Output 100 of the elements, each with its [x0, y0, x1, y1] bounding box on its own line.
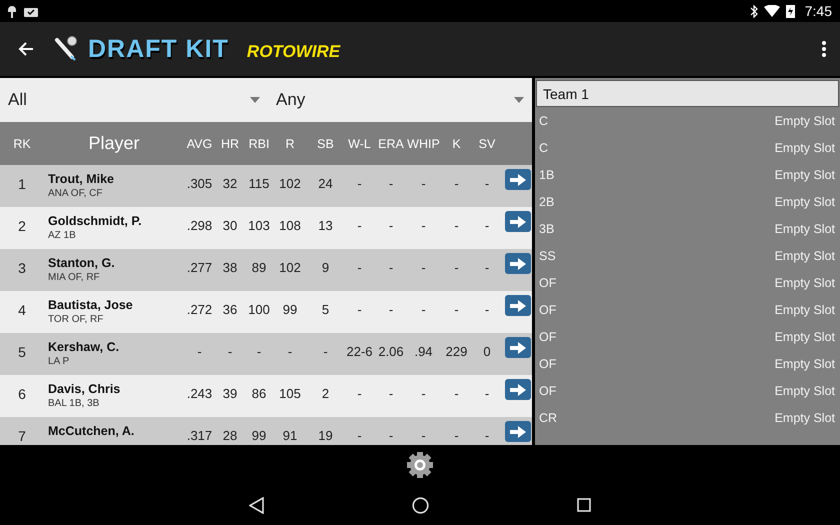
slot-position: C — [539, 114, 548, 128]
rank-cell-text: 3 — [17, 259, 27, 276]
player-name: Stanton, G. — [48, 256, 116, 270]
draft-button[interactable] — [505, 379, 531, 400]
player-row[interactable]: 5 Kershaw, C. LA P - - - - - 22-6 2.06 .94 229 0 — [0, 333, 532, 375]
recents-nav-button[interactable] — [577, 498, 592, 512]
draft-button[interactable] — [505, 295, 531, 316]
arrow-right-icon — [510, 426, 526, 438]
stat-cell-text: - — [356, 175, 363, 191]
stat-cell-text: 89 — [250, 259, 268, 275]
caret-icon — [250, 97, 260, 103]
stat-cell-text: 108 — [278, 217, 302, 233]
slot-position: OF — [539, 276, 556, 290]
stat-cell-text: - — [388, 301, 394, 317]
stat-cell-text: - — [484, 175, 490, 191]
player-row[interactable]: 1 Trout, Mike ANA OF, CF .305 32 115 102 24 - - - - - — [0, 165, 532, 207]
player-row[interactable]: 6 Davis, Chris BAL 1B, 3B .243 39 86 105 2 - - - - - — [0, 375, 532, 417]
stat-cell-text: .94 — [413, 343, 434, 359]
player-row[interactable]: 2 Goldschmidt, P. AZ 1B .298 30 103 108 13 - - - - - — [0, 207, 532, 249]
draft-button[interactable] — [505, 421, 531, 442]
slot-player: Empty Slot — [774, 194, 835, 208]
bluetooth-icon — [750, 4, 758, 18]
column-header: RK — [12, 136, 32, 150]
stat-cell-text: .272 — [186, 301, 214, 317]
slot-player: Empty Slot — [774, 410, 835, 424]
caret-icon — [514, 97, 524, 103]
stat-cell-text: .243 — [186, 385, 214, 401]
arrow-right-icon — [510, 216, 526, 228]
stat-cell-text: - — [453, 259, 460, 275]
stat-cell-text: - — [420, 175, 427, 191]
stat-cell-text: - — [196, 343, 203, 359]
stat-cell-text: - — [356, 259, 363, 275]
rank-cell-text: 1 — [17, 175, 27, 192]
slot-player: Empty Slot — [774, 276, 835, 290]
stat-cell-text: - — [420, 385, 427, 401]
slot-player: Empty Slot — [774, 302, 835, 316]
stat-cell-text: 9 — [320, 259, 330, 275]
stat-cell-text: - — [484, 385, 490, 401]
stat-cell-text: .317 — [186, 427, 214, 443]
slot-position: 3B — [539, 222, 554, 236]
player-name: Davis, Chris — [48, 382, 122, 396]
arrow-right-icon — [510, 300, 526, 312]
stat-cell-text: - — [420, 217, 427, 233]
arrow-right-icon — [510, 384, 526, 396]
team-selector[interactable]: Team 1 — [536, 80, 839, 107]
brand-logo: ROTOWIRE — [246, 42, 340, 62]
draft-button[interactable] — [505, 211, 531, 232]
draft-button[interactable] — [505, 169, 531, 190]
stat-cell-text: - — [453, 427, 460, 443]
column-header: ERA — [377, 136, 405, 150]
stat-cell-text: - — [420, 301, 427, 317]
stat-cell-text: 2 — [320, 385, 330, 401]
draft-button[interactable] — [505, 253, 531, 274]
more-menu-button[interactable] — [820, 40, 828, 58]
stat-cell-text: 32 — [222, 175, 238, 191]
column-header: RBI — [248, 136, 270, 150]
settings-button[interactable] — [406, 451, 434, 479]
draft-button[interactable] — [505, 337, 531, 358]
stat-cell-text: - — [484, 217, 490, 233]
stat-cell-text: 115 — [248, 175, 270, 191]
app-title: DRAFT KIT — [88, 34, 229, 64]
stat-cell-text: - — [388, 259, 394, 275]
stat-cell-text: - — [484, 427, 490, 443]
slot-player: Empty Slot — [774, 330, 835, 344]
player-name: Bautista, Jose — [48, 298, 134, 312]
stat-cell-text: 36 — [222, 301, 238, 317]
stat-cell-text: - — [453, 175, 460, 191]
player-team-positions: BAL 1B, 3B — [48, 398, 100, 409]
stat-cell-text: 38 — [222, 259, 238, 275]
stat-cell-text: 19 — [317, 427, 334, 443]
player-name: Kershaw, C. — [48, 340, 120, 354]
player-name: Trout, Mike — [48, 172, 115, 186]
slot-position: OF — [539, 356, 556, 370]
clock-time: 7:45 — [804, 3, 832, 19]
stat-cell-text: 91 — [282, 427, 298, 443]
stat-cell-text: - — [356, 301, 363, 317]
home-nav-button[interactable] — [412, 496, 430, 514]
column-header: HR — [220, 136, 240, 150]
back-nav-button[interactable] — [248, 496, 265, 514]
player-team-positions: ANA OF, CF — [48, 188, 104, 199]
player-row[interactable]: 7 McCutchen, A. .317 28 99 91 19 - - - - - — [0, 417, 532, 445]
slot-position: OF — [539, 384, 556, 398]
slot-position: 2B — [539, 194, 554, 208]
stat-cell-text: 100 — [247, 301, 271, 317]
stat-cell-text: 24 — [317, 175, 334, 191]
player-team-positions: LA P — [48, 356, 70, 367]
player-name: McCutchen, A. — [48, 424, 136, 438]
player-row[interactable]: 3 Stanton, G. MIA OF, RF .277 38 89 102 9 - - - - - — [0, 249, 532, 291]
stat-cell-text: - — [322, 343, 329, 359]
player-row[interactable]: 4 Bautista, Jose TOR OF, RF .272 36 100 99 5 - - - - - — [0, 291, 532, 333]
slot-position: CR — [539, 410, 558, 424]
stat-cell-text: 229 — [444, 343, 468, 359]
arrow-right-icon — [510, 342, 526, 354]
slot-player: Empty Slot — [774, 168, 835, 182]
slot-position: OF — [539, 302, 556, 316]
stat-cell-text: - — [256, 343, 262, 359]
slot-position: OF — [539, 330, 556, 344]
column-header: W-L — [347, 136, 372, 150]
arrow-right-icon — [510, 258, 526, 270]
stat-cell-text: .298 — [186, 217, 214, 233]
